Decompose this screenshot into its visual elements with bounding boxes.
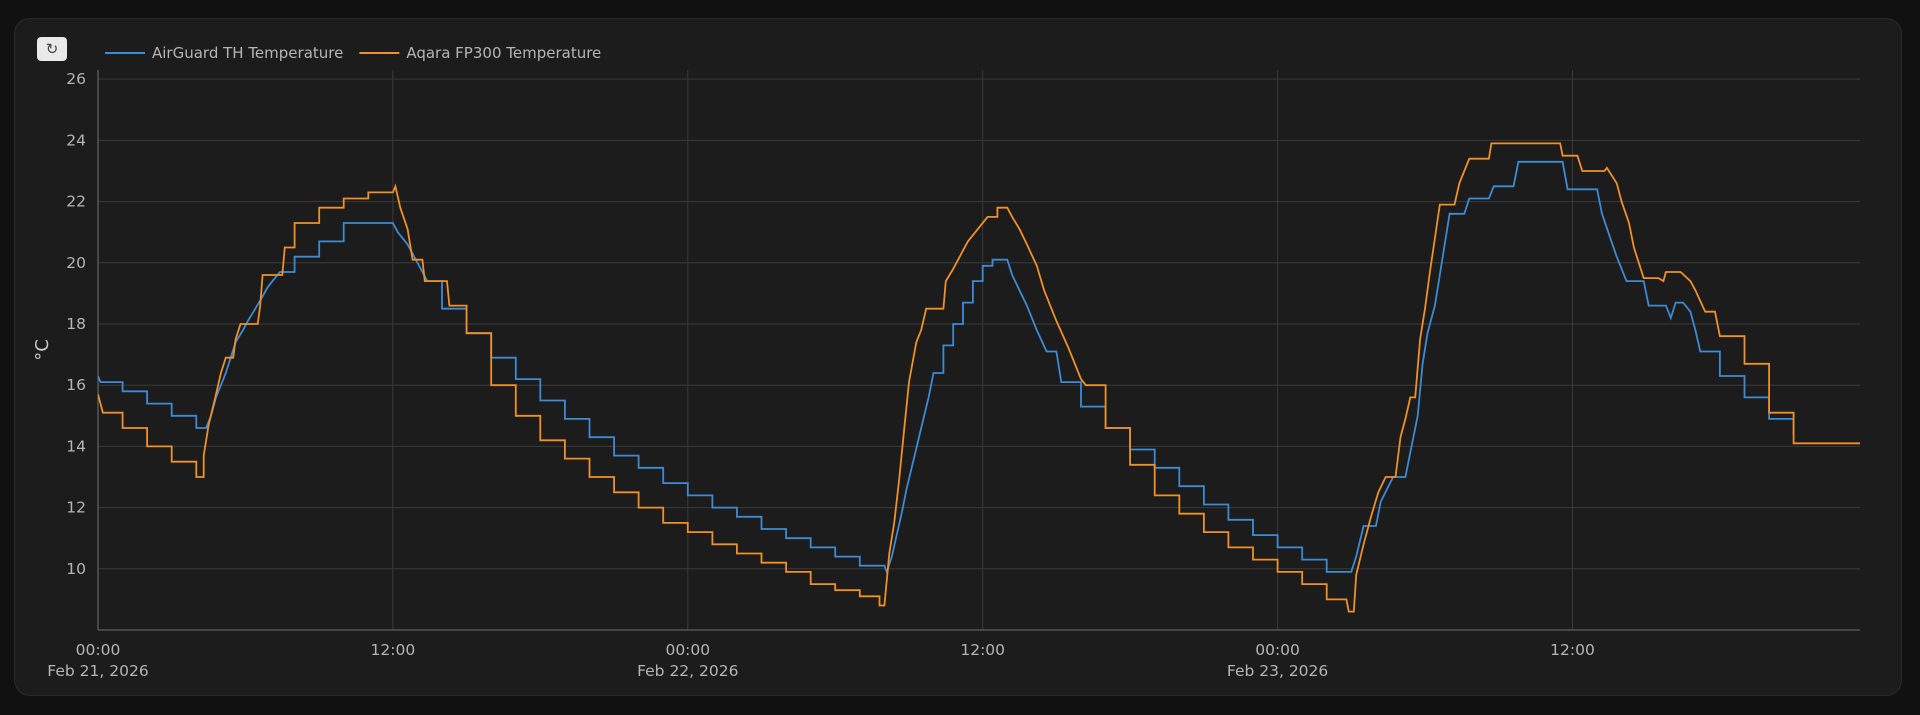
- y-tick-label: 22: [66, 193, 86, 211]
- x-tick-date-label: Feb 22, 2026: [637, 662, 738, 680]
- legend-item-label[interactable]: Aqara FP300 Temperature: [406, 44, 601, 62]
- x-tick-label: 00:00: [76, 641, 121, 659]
- x-tick-label: 12:00: [371, 641, 416, 659]
- y-tick-label: 26: [66, 70, 86, 88]
- y-axis-label: °C: [32, 339, 53, 361]
- x-tick-label: 00:00: [665, 641, 710, 659]
- series-line-aqara: [98, 142, 1860, 613]
- y-tick-label: 18: [66, 315, 86, 333]
- y-tick-label: 10: [66, 560, 86, 578]
- x-tick-date-label: Feb 23, 2026: [1227, 662, 1328, 680]
- temperature-chart: 10 12 14 16 18 20 22 24 26 00:00 Feb 21, 2026 12:00…: [32, 44, 1860, 680]
- x-tick-date-label: Feb 21, 2026: [47, 662, 148, 680]
- y-tick-label: 24: [66, 131, 86, 149]
- x-tick-label: 12:00: [1550, 641, 1595, 659]
- x-tick-label: 00:00: [1255, 641, 1300, 659]
- y-tick-label: 16: [66, 376, 86, 394]
- y-tick-label: 14: [66, 437, 86, 455]
- series-line-airguard: [98, 160, 1795, 575]
- legend-item-label[interactable]: AirGuard TH Temperature: [152, 44, 343, 62]
- y-tick-label: 20: [66, 254, 86, 272]
- y-tick-label: 12: [66, 499, 86, 517]
- x-tick-label: 12:00: [960, 641, 1005, 659]
